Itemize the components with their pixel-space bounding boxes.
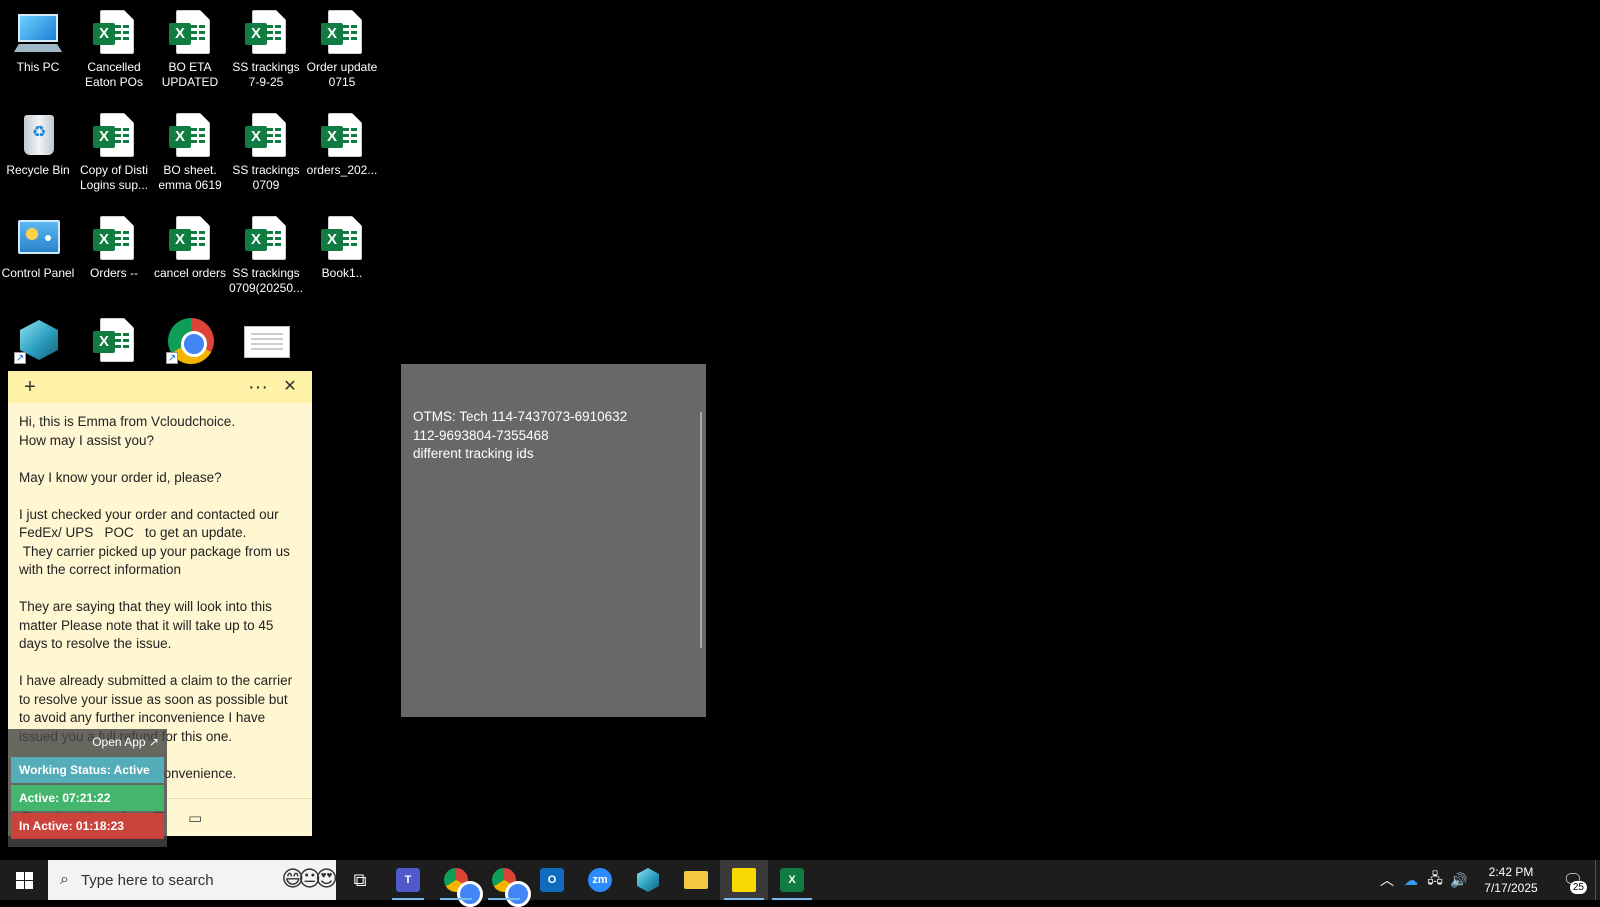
working-status-label: Working Status: Active [11,757,164,783]
chevron-up-icon[interactable]: ︿ [1375,870,1399,890]
chrome-icon: ↗ [166,316,214,364]
scrollbar[interactable] [700,412,702,648]
clock[interactable]: 2:42 PM 7/17/2025 [1471,864,1551,896]
excel-file-icon: X [318,111,366,159]
open-app-button[interactable]: Open App ↗ [8,729,167,755]
chrome-taskbar-button[interactable] [432,860,483,907]
desktop-icon-this-pc[interactable]: This PC [0,8,76,75]
teams-taskbar-button[interactable]: T [384,860,432,900]
desktop-icon-recycle-bin[interactable]: Recycle Bin [0,111,76,178]
zoom-taskbar-button[interactable]: zm [576,860,624,900]
excel-taskbar-button[interactable]: X [768,860,816,900]
work-status-widget: Open App ↗ Working Status: Active Active… [8,729,167,847]
excel-icon: X [780,868,804,892]
notification-center-button[interactable]: 🗨 25 [1551,860,1595,900]
sticky-notes-icon [732,868,756,892]
desktop-icon-book1[interactable]: X Book1.. [304,214,380,281]
desktop-icon-order-update-0715[interactable]: X Order update 0715 [304,8,380,90]
recycle-bin-icon [14,111,62,159]
desktop-icon-orders-202[interactable]: X orders_202... [304,111,380,178]
outlook-icon: O [540,868,564,892]
folder-icon [684,871,708,889]
close-icon[interactable]: ✕ [276,376,304,399]
start-button[interactable] [0,860,48,900]
excel-file-icon: X [242,8,290,56]
excel-file-icon: X [242,214,290,262]
desktop-icon-cancelled-eaton-pos[interactable]: X Cancelled Eaton POs [76,8,152,90]
system-tray: ︿ ☁ 🖧 🔊 2:42 PM 7/17/2025 🗨 25 [1375,860,1600,900]
control-panel-icon [14,214,62,262]
desktop-icon-document[interactable] [228,316,304,368]
teams-icon: T [396,868,420,892]
excel-file-icon: X [166,111,214,159]
excel-file-icon: X [166,8,214,56]
image-icon[interactable]: ▭ [188,809,202,827]
active-time-label: Active: 07:21:22 [11,785,164,811]
outlook-taskbar-button[interactable]: O [528,860,576,900]
windows-logo-icon [15,871,33,889]
app-diamond-taskbar-button[interactable] [624,860,672,900]
search-box[interactable]: ⌕ Type here to search 😄😐😍 [48,860,338,900]
desktop-icon-ss-trackings-7-9-25[interactable]: X SS trackings 7-9-25 [228,8,304,90]
more-options-icon[interactable]: ··· [244,376,272,399]
app-diamond-icon: ↗ [14,316,62,364]
grey-note-line: different tracking ids [413,446,534,461]
zoom-icon: zm [588,868,612,892]
excel-file-icon: X [166,214,214,262]
task-view-icon: ⧉ [353,869,367,890]
grey-note-line: 112-9693804-7355468 [413,427,549,443]
sticky-note-titlebar[interactable]: + ··· ✕ [8,371,312,403]
clock-time: 2:42 PM [1488,865,1534,879]
search-highlight-icon: 😄😐😍 [281,866,338,891]
file-explorer-taskbar-button[interactable] [672,860,720,900]
excel-file-icon: X [90,111,138,159]
clock-date: 7/17/2025 [1484,881,1538,895]
desktop-icon-copy-of-disti-logins[interactable]: X Copy of Disti Logins sup... [76,111,152,193]
sticky-notes-taskbar-button[interactable] [720,860,768,900]
chrome-profile-taskbar-button[interactable] [480,860,531,907]
grey-note-line: OTMS: Tech 114-7437073-6910632 [413,409,628,424]
task-view-button[interactable]: ⧉ [336,860,384,900]
taskbar: ⌕ Type here to search 😄😐😍 ⧉ T O zm X ︿ ☁… [0,860,1600,907]
grey-note-window[interactable]: OTMS: Tech 114-7437073-6910632 112-96938… [401,364,706,717]
excel-file-icon: X [90,8,138,56]
chrome-icon [444,868,483,907]
desktop-icon-excel-file[interactable]: X [76,316,152,368]
desktop-icon-control-panel[interactable]: Control Panel [0,214,76,281]
network-icon[interactable]: 🖧 [1423,868,1447,892]
excel-file-icon: X [318,214,366,262]
desktop-icon-chrome[interactable]: ↗ [152,316,228,368]
onedrive-cloud-icon[interactable]: ☁ [1399,872,1423,889]
inactive-time-label: In Active: 01:18:23 [11,813,164,839]
add-note-icon[interactable]: + [16,376,44,399]
desktop: This PC X Cancelled Eaton POs X BO ETA U… [0,0,1600,860]
desktop-icon-ss-trackings-0709-2025[interactable]: X SS trackings 0709(20250... [228,214,304,296]
computer-icon [14,8,62,56]
desktop-icon-app-shortcut[interactable]: ↗ [0,316,76,368]
volume-icon[interactable]: 🔊 [1447,872,1471,889]
desktop-icon-bo-sheet-emma[interactable]: X BO sheet. emma 0619 [152,111,228,193]
chrome-profile-icon [492,868,531,907]
desktop-icon-bo-eta-updated[interactable]: X BO ETA UPDATED [152,8,228,90]
excel-file-icon: X [318,8,366,56]
excel-file-icon: X [90,316,138,364]
search-placeholder: Type here to search [80,871,214,889]
desktop-icon-cancel-orders[interactable]: X cancel orders [152,214,228,281]
document-thumbnail-icon [242,316,290,364]
excel-file-icon: X [242,111,290,159]
search-icon: ⌕ [60,871,69,888]
notification-count: 25 [1569,881,1587,894]
desktop-icon-orders[interactable]: X Orders -- [76,214,152,281]
excel-file-icon: X [90,214,138,262]
app-diamond-icon [637,868,659,892]
desktop-icon-ss-trackings-0709[interactable]: X SS trackings 0709 [228,111,304,193]
show-desktop-button[interactable] [1595,860,1600,900]
